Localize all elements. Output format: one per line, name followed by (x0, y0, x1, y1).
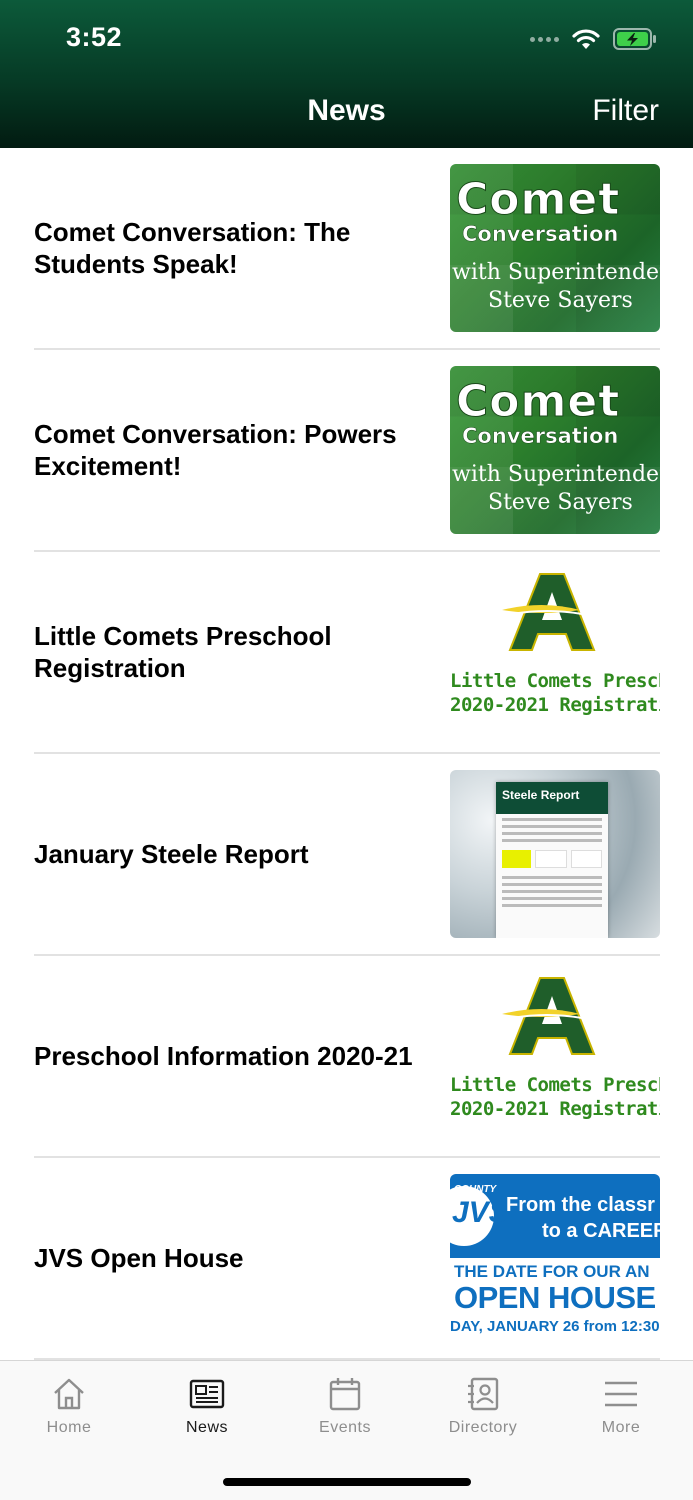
thumbnail-tagline: From the classr (506, 1194, 655, 1216)
thumbnail-subheading: Conversation (462, 424, 619, 449)
news-thumbnail: Comet Conversation with Superintendent S… (450, 366, 660, 534)
thumbnail-line: Little Comets Preschool (450, 670, 660, 692)
thumbnail-county: COUNTY (454, 1184, 497, 1195)
signal-icon (530, 36, 559, 42)
thumbnail-line: with Superintendent (452, 260, 660, 285)
news-thumbnail: Comet Conversation with Superintendent S… (450, 164, 660, 332)
news-item-title: JVS Open House (34, 1243, 244, 1273)
thumbnail-line: Steve Sayers (488, 288, 633, 313)
thumbnail-heading: Steele Report (496, 782, 608, 814)
thumbnail-heading: Comet (455, 376, 621, 428)
news-item-title: January Steele Report (34, 839, 309, 869)
news-thumbnail: JVS COUNTY From the classr to a CAREER T… (450, 1174, 660, 1342)
news-item[interactable]: Comet Conversation: Powers Excitement! C… (34, 350, 660, 552)
thumbnail-line: Steve Sayers (488, 490, 633, 515)
thumbnail-heading: Comet (455, 174, 621, 226)
thumbnail-line: 2020-2021 Registration (450, 1098, 660, 1120)
comet-a-logo-icon (502, 573, 596, 651)
status-time: 3:52 (66, 22, 123, 52)
thumbnail-line: THE DATE FOR OUR AN (454, 1262, 650, 1281)
news-thumbnail: Little Comets Preschool 2020-2021 Regist… (450, 972, 660, 1140)
news-thumbnail: Steele Report (450, 770, 660, 938)
menu-icon (605, 1381, 637, 1407)
calendar-icon (329, 1378, 361, 1411)
app-header: 3:52 News Filter (0, 0, 693, 148)
filter-button[interactable]: Filter (592, 94, 659, 128)
thumbnail-tagline: to a CAREER (542, 1220, 660, 1242)
home-icon (54, 1378, 84, 1410)
newspaper-icon (189, 1379, 225, 1409)
battery-charging-icon (613, 28, 656, 50)
home-indicator (223, 1478, 471, 1486)
news-item-title: Comet Conversation: The Students Speak! (34, 217, 351, 279)
news-list[interactable]: Comet Conversation: The Students Speak! … (0, 148, 693, 1360)
tab-label: Directory (448, 1419, 518, 1436)
thumbnail-subheading: Conversation (462, 222, 619, 247)
news-item-title: Little Comets Preschool Registration (34, 621, 332, 683)
thumbnail-line: 2020-2021 Registration (450, 694, 660, 716)
thumbnail-heading: OPEN HOUSE (454, 1280, 656, 1315)
comet-a-logo-icon (502, 977, 596, 1055)
page-title: News (307, 94, 386, 127)
thumbnail-line: with Superintendent (452, 462, 660, 487)
report-document: Steele Report (496, 782, 608, 938)
tab-label: Events (319, 1419, 371, 1436)
tab-news[interactable]: News (138, 1375, 276, 1455)
tab-label: News (185, 1419, 228, 1436)
news-item[interactable]: JVS Open House JVS COUNTY From the class… (34, 1158, 660, 1360)
tab-more[interactable]: More (552, 1375, 690, 1455)
thumbnail-line: Little Comets Preschool (450, 1074, 660, 1096)
news-item[interactable]: Comet Conversation: The Students Speak! … (34, 148, 660, 350)
thumbnail-line: DAY, JANUARY 26 from 12:30 (450, 1318, 660, 1335)
status-icons (530, 26, 657, 52)
thumbnail-banner: JVS COUNTY From the classr to a CAREER (450, 1174, 660, 1258)
news-thumbnail: Little Comets Preschool 2020-2021 Regist… (450, 568, 660, 736)
directory-icon (468, 1377, 499, 1411)
tab-events[interactable]: Events (276, 1375, 414, 1455)
news-item[interactable]: Preschool Information 2020-21 Little Com… (34, 956, 660, 1158)
tab-label: More (601, 1419, 641, 1436)
wifi-icon (572, 29, 600, 49)
tab-directory[interactable]: Directory (414, 1375, 552, 1455)
news-item[interactable]: Little Comets Preschool Registration Lit… (34, 552, 660, 754)
news-item-title: Preschool Information 2020-21 (34, 1041, 413, 1071)
tab-label: Home (46, 1419, 92, 1436)
jvs-badge-text: JVS (452, 1196, 509, 1229)
news-item[interactable]: January Steele Report Steele Report (34, 754, 660, 956)
tab-home[interactable]: Home (0, 1375, 138, 1455)
news-item-title: Comet Conversation: Powers Excitement! (34, 419, 397, 481)
